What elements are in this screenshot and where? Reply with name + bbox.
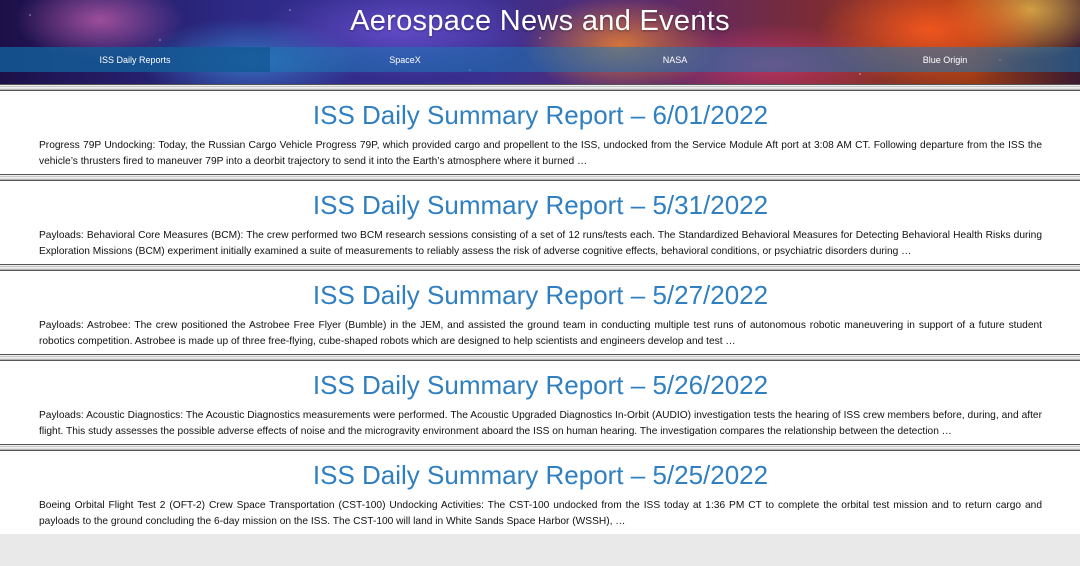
report-excerpt: Payloads: Acoustic Diagnostics: The Acou… [39, 410, 1042, 437]
report-card: ISS Daily Summary Report – 5/26/2022 Pay… [0, 361, 1080, 444]
report-feed: ISS Daily Summary Report – 6/01/2022 Pro… [0, 84, 1080, 534]
report-excerpt: Payloads: Behavioral Core Measures (BCM)… [39, 230, 1042, 257]
divider [0, 444, 1080, 451]
report-excerpt: Boeing Orbital Flight Test 2 (OFT-2) Cre… [39, 500, 1042, 527]
report-title-link[interactable]: ISS Daily Summary Report – 5/27/2022 [39, 271, 1042, 309]
divider [0, 174, 1080, 181]
report-card: ISS Daily Summary Report – 6/01/2022 Pro… [0, 91, 1080, 174]
divider [0, 84, 1080, 91]
site-header: Aerospace News and Events ISS Daily Repo… [0, 0, 1080, 84]
report-excerpt: Progress 79P Undocking: Today, the Russi… [39, 140, 1042, 167]
main-nav: ISS Daily Reports SpaceX NASA Blue Origi… [0, 47, 1080, 72]
report-title-link[interactable]: ISS Daily Summary Report – 6/01/2022 [39, 91, 1042, 129]
divider [0, 354, 1080, 361]
tab-blue-origin[interactable]: Blue Origin [810, 47, 1080, 72]
tab-iss-daily-reports[interactable]: ISS Daily Reports [0, 47, 270, 72]
site-title: Aerospace News and Events [350, 5, 730, 37]
divider [0, 264, 1080, 271]
report-title-link[interactable]: ISS Daily Summary Report – 5/25/2022 [39, 451, 1042, 489]
tab-spacex[interactable]: SpaceX [270, 47, 540, 72]
report-title-link[interactable]: ISS Daily Summary Report – 5/26/2022 [39, 361, 1042, 399]
report-card: ISS Daily Summary Report – 5/31/2022 Pay… [0, 181, 1080, 264]
report-excerpt: Payloads: Astrobee: The crew positioned … [39, 320, 1042, 347]
report-card: ISS Daily Summary Report – 5/27/2022 Pay… [0, 271, 1080, 354]
tab-nasa[interactable]: NASA [540, 47, 810, 72]
report-card: ISS Daily Summary Report – 5/25/2022 Boe… [0, 451, 1080, 534]
report-title-link[interactable]: ISS Daily Summary Report – 5/31/2022 [39, 181, 1042, 219]
